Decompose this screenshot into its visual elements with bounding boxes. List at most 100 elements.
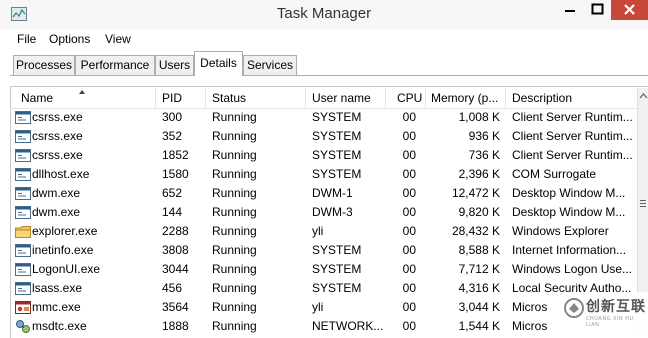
process-pid: 352 (162, 129, 183, 143)
process-pid: 3044 (162, 262, 189, 276)
table-row[interactable]: LogonUI.exe 3044 Running SYSTEM 00 7,712 K Win… (11, 260, 637, 279)
process-description: Desktop Window M... (512, 205, 626, 219)
process-memory: 12,472 K (451, 186, 500, 200)
process-memory: 1,544 K (458, 319, 500, 333)
process-name: msdtc.exe (32, 319, 87, 333)
process-cpu: 00 (402, 319, 416, 333)
table-row[interactable]: dwm.exe 652 Running DWM-1 00 12,472 K Desktop … (11, 184, 637, 203)
process-pid: 3564 (162, 300, 189, 314)
process-name: dllhost.exe (32, 167, 90, 181)
menu-file[interactable]: File (17, 32, 36, 46)
process-pid: 300 (162, 110, 183, 124)
table-row[interactable]: inetinfo.exe 3808 Running SYSTEM 00 8,588 K In… (11, 241, 637, 260)
console-app-icon (15, 149, 31, 162)
process-pid: 1888 (162, 319, 189, 333)
process-cpu: 00 (402, 224, 416, 238)
column-header-memory[interactable]: Memory (p... (426, 88, 506, 109)
process-status: Running (212, 148, 257, 162)
title-bar: Task Manager (0, 0, 648, 31)
process-user: SYSTEM (312, 281, 362, 295)
process-cpu: 00 (402, 148, 416, 162)
process-pid: 2288 (162, 224, 189, 238)
table-row[interactable]: csrss.exe 352 Running SYSTEM 00 936 K Client S… (11, 127, 637, 146)
process-user: SYSTEM (312, 262, 362, 276)
console-app-icon (15, 244, 31, 257)
process-user: SYSTEM (312, 110, 362, 124)
sort-ascending-icon (79, 90, 85, 94)
process-status: Running (212, 167, 257, 181)
menu-options[interactable]: Options (49, 32, 90, 46)
process-status: Running (212, 262, 257, 276)
process-pid: 652 (162, 186, 183, 200)
console-app-icon (15, 206, 31, 219)
close-button[interactable] (611, 0, 648, 20)
process-cpu: 00 (402, 281, 416, 295)
process-user: DWM-3 (312, 205, 353, 219)
process-memory: 28,432 K (451, 224, 500, 238)
minimize-button[interactable] (556, 0, 584, 20)
window-title: Task Manager (276, 5, 372, 22)
menu-view[interactable]: View (105, 32, 131, 46)
process-user: SYSTEM (312, 129, 362, 143)
process-description: Desktop Window M... (512, 186, 626, 200)
folder-icon (15, 226, 31, 238)
watermark-logo-icon (564, 298, 584, 318)
process-pid: 456 (162, 281, 183, 295)
process-status: Running (212, 129, 257, 143)
process-name: inetinfo.exe (32, 243, 94, 257)
table-row[interactable]: mmc.exe 3564 Running yli 00 3,044 K Micros (11, 298, 637, 317)
process-pid: 144 (162, 205, 183, 219)
table-row[interactable]: msdtc.exe 1888 Running NETWORK... 00 1,544 KM… (11, 317, 637, 336)
scroll-grip-icon[interactable] (640, 198, 646, 208)
process-description: Windows Logon Use... (512, 262, 633, 276)
process-status: Running (212, 110, 257, 124)
table-row[interactable]: csrss.exe 1852 Running SYSTEM 00 736 K Client … (11, 146, 637, 165)
maximize-button[interactable] (584, 0, 611, 20)
table-row[interactable]: dllhost.exe 1580 Running SYSTEM 00 2,396 K COM… (11, 165, 637, 184)
scroll-up-icon[interactable] (638, 88, 648, 105)
process-description: COM Surrogate (512, 167, 597, 181)
watermark-text: 创新互联 (586, 299, 646, 315)
process-memory: 7,712 K (458, 262, 500, 276)
process-name: csrss.exe (32, 148, 83, 162)
tab-users[interactable]: Users (155, 55, 194, 75)
tab-performance[interactable]: Performance (75, 55, 155, 75)
process-cpu: 00 (402, 167, 416, 181)
column-header-cpu[interactable]: CPU (386, 88, 426, 109)
column-header-pid[interactable]: PID (156, 88, 206, 109)
column-cpu-label: CPU (397, 91, 423, 105)
process-memory: 2,396 K (458, 167, 500, 181)
table-row[interactable]: lsass.exe 456 Running SYSTEM 00 4,316 K Local … (11, 279, 637, 298)
process-description: Client Server Runtim... (512, 148, 633, 162)
table-row[interactable]: csrss.exe 300 Running SYSTEM 00 1,008 K Client… (11, 108, 637, 127)
process-name: explorer.exe (32, 224, 98, 238)
process-user: SYSTEM (312, 243, 362, 257)
process-status: Running (212, 300, 257, 314)
watermark: 创新互联 CHUANG XIN HU LIAN (560, 292, 648, 337)
tab-details[interactable]: Details (194, 51, 243, 76)
tab-services[interactable]: Services (243, 55, 297, 75)
process-memory: 736 K (468, 148, 500, 162)
process-name: LogonUI.exe (32, 262, 101, 276)
column-pid-label: PID (162, 91, 183, 105)
tab-processes[interactable]: Processes (13, 55, 75, 75)
table-row[interactable]: dwm.exe 144 Running DWM-3 00 9,820 K Desktop W… (11, 203, 637, 222)
process-cpu: 00 (402, 110, 416, 124)
column-header-description[interactable]: Description (506, 88, 637, 109)
process-memory: 1,008 K (458, 110, 500, 124)
process-pid: 3808 (162, 243, 189, 257)
process-status: Running (212, 224, 257, 238)
mmc-icon (15, 301, 31, 314)
column-header-status[interactable]: Status (206, 88, 306, 109)
process-cpu: 00 (402, 243, 416, 257)
console-app-icon (15, 111, 31, 124)
process-description: Client Server Runtim... (512, 129, 633, 143)
column-header-user[interactable]: User name (306, 88, 386, 109)
table-row[interactable]: explorer.exe 2288 Running yli 00 28,432 K Wind… (11, 222, 637, 241)
process-description: Internet Information... (512, 243, 627, 257)
column-status-label: Status (212, 91, 247, 105)
console-app-icon (15, 187, 31, 200)
maximize-icon (591, 3, 604, 15)
process-status: Running (212, 205, 257, 219)
column-name-label: Name (21, 91, 54, 105)
